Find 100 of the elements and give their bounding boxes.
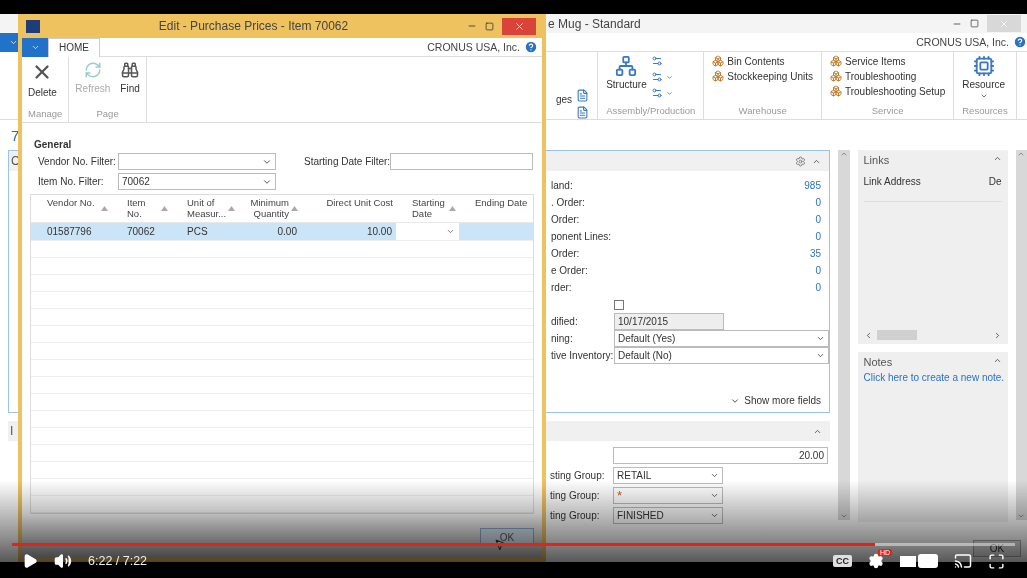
chevron-up-icon[interactable] — [992, 154, 1002, 163]
field-value-link[interactable]: 0 — [614, 197, 829, 208]
ribbon-button[interactable] — [650, 71, 673, 83]
play-icon[interactable] — [22, 553, 38, 569]
field-value-link[interactable]: 35 — [614, 248, 829, 259]
chip-icon — [972, 55, 995, 77]
ribbon-button[interactable]: Stockkeeping Units — [712, 70, 813, 82]
filter-field[interactable]: 70062 — [118, 173, 276, 190]
dropdown-field[interactable]: Default (Yes) — [614, 330, 829, 347]
field-value-link[interactable]: 985 — [614, 180, 829, 191]
document-icon[interactable] — [576, 89, 590, 102]
scrollbar[interactable] — [838, 150, 850, 520]
ribbon-button[interactable]: Resource — [962, 55, 1006, 105]
table-cell-text: 01587796 — [46, 225, 93, 239]
help-icon[interactable] — [1013, 35, 1027, 49]
column-header: Link Address — [863, 176, 921, 187]
toolbar-button[interactable]: Delete — [28, 57, 57, 108]
volume-icon[interactable] — [54, 552, 72, 570]
field-label: land: — [551, 179, 574, 193]
ribbon-button[interactable] — [650, 87, 673, 99]
field-label: e Order: — [551, 264, 589, 278]
window-title: e Mug - Standard — [548, 16, 641, 31]
scrollbar[interactable] — [1015, 150, 1027, 520]
chevron-down-icon — [710, 511, 719, 520]
cast-icon[interactable] — [954, 552, 972, 570]
checkbox[interactable] — [614, 299, 624, 310]
captions-button[interactable]: CC — [833, 555, 852, 567]
group-label: Manage — [28, 108, 63, 121]
sort-arrow-icon — [228, 206, 236, 211]
show-more-link[interactable]: Show more fields — [730, 395, 821, 406]
date-field: 10/17/2015 — [614, 313, 724, 330]
toolbar-button[interactable]: Find — [120, 57, 140, 108]
document-icon[interactable] — [576, 106, 590, 119]
field-value-link[interactable]: 0 — [614, 282, 829, 293]
column-header[interactable]: Starting Date — [396, 195, 459, 222]
field-value-link[interactable]: 0 — [614, 231, 829, 242]
close-button[interactable] — [502, 17, 536, 35]
ribbon-tab[interactable]: HOME — [48, 37, 100, 57]
column-header[interactable]: Item No. — [111, 195, 171, 222]
help-icon[interactable] — [524, 40, 538, 54]
table-row[interactable]: 01587796 70062 PCS 0.00 10.00 — [31, 223, 533, 241]
boxes-icon — [712, 70, 725, 82]
refresh-icon — [83, 61, 102, 79]
field-label: ting Group: — [550, 509, 601, 523]
field-value-link[interactable]: 0 — [614, 214, 829, 225]
number-field[interactable]: 20.00 — [613, 447, 828, 464]
company-name: CRONUS USA, Inc. — [427, 41, 520, 53]
chevron-up-icon[interactable] — [839, 150, 848, 158]
date-dropdown-cell[interactable] — [396, 223, 459, 240]
scroll-thumb[interactable] — [876, 330, 917, 340]
ribbon-button[interactable]: Structure — [606, 55, 647, 105]
column-header[interactable]: Minimum Quantity — [237, 195, 301, 222]
chevron-up-icon[interactable] — [1017, 150, 1026, 158]
maximize-icon[interactable] — [485, 21, 494, 31]
group-label: Assembly/Production — [606, 105, 696, 118]
dropdown-field[interactable]: Default (No) — [614, 347, 829, 364]
column-header[interactable]: Ending Date — [459, 195, 533, 222]
field-label: . Order: — [551, 196, 586, 210]
app-logo-icon — [26, 19, 40, 33]
column-header[interactable]: Direct Unit Cost — [301, 195, 396, 222]
dropdown-field[interactable]: * — [613, 487, 723, 504]
chevron-down-icon — [979, 92, 988, 100]
field-label: ning: — [551, 332, 574, 346]
group-label: Warehouse — [737, 105, 788, 118]
sort-arrow-icon — [291, 206, 298, 211]
dropdown-field[interactable]: FINISHED — [613, 507, 723, 524]
chevron-down-icon — [1017, 512, 1026, 520]
ribbon-button[interactable]: Troubleshooting — [829, 70, 946, 82]
field-label: tive Inventory: — [551, 349, 614, 363]
sliders-icon — [650, 55, 663, 67]
filter-label: Vendor No. Filter: — [37, 156, 117, 167]
table-cell-text: 0.00 — [276, 225, 298, 239]
filter-field[interactable] — [118, 153, 276, 170]
menu-button[interactable] — [22, 37, 48, 57]
panel-title: Notes — [863, 356, 893, 368]
column-header[interactable]: Unit of Measur... — [171, 195, 237, 222]
ribbon-button[interactable]: Bin Contents — [712, 55, 813, 67]
field-label: ting Group: — [550, 489, 601, 503]
chevron-down-icon — [446, 227, 455, 236]
field-label: Order: — [551, 213, 581, 227]
field-value-link[interactable]: 0 — [614, 265, 829, 276]
column-header[interactable]: Vendor No. — [31, 195, 111, 222]
sort-arrow-icon — [101, 206, 108, 211]
ribbon-button[interactable]: Service Items — [829, 55, 946, 67]
sort-arrow-icon — [161, 206, 168, 211]
hierarchy-icon — [615, 55, 638, 77]
maximize-icon[interactable] — [970, 19, 979, 28]
progress-bar[interactable] — [12, 543, 1015, 546]
ribbon-button[interactable]: Troubleshooting Setup — [829, 85, 946, 97]
ribbon-button[interactable]: ges — [556, 94, 573, 119]
dropdown-field[interactable]: RETAIL — [613, 467, 723, 484]
sort-arrow-icon — [449, 206, 456, 211]
sliders-icon — [650, 71, 663, 83]
group-label: Resources — [962, 105, 1008, 118]
filter-field[interactable] — [390, 153, 533, 170]
chevron-up-icon[interactable] — [992, 356, 1002, 365]
video-time: 6:22 / 7:22 — [88, 554, 148, 568]
fullscreen-icon[interactable] — [988, 552, 1005, 570]
new-note-link[interactable]: Click here to create a new note. — [863, 372, 1002, 383]
group-label: Service — [870, 105, 905, 118]
